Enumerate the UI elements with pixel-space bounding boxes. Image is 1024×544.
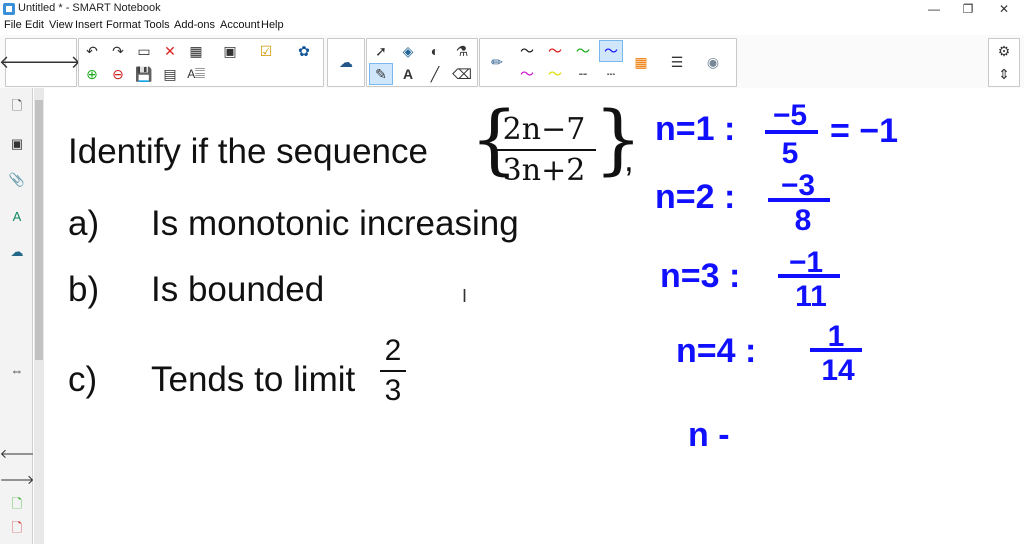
ink-line-1-rhs: = −1: [830, 112, 898, 150]
ink-line-2-lhs: n=2 :: [655, 178, 735, 216]
ink-line-3-lhs: n=3 :: [660, 257, 740, 295]
ink-line-2-den: 8: [795, 204, 812, 237]
ink-line-1-den: 5: [782, 137, 799, 170]
ink-line-1-lhs: n=1 :: [655, 110, 735, 148]
ink-line-1-num: −5: [773, 99, 807, 132]
ink-line-4-lhs: n=4 :: [676, 332, 756, 370]
ink-line-3-den: 11: [795, 280, 827, 313]
ink-line-2-num: −3: [781, 169, 815, 202]
ink-line-4-den: 14: [821, 354, 855, 387]
ink-line-5-lhs: n -: [688, 416, 730, 454]
handwritten-ink-layer: n=1 : −5 5 = −1 n=2 : −3 8 n=3 : −1 11 n…: [655, 99, 898, 454]
